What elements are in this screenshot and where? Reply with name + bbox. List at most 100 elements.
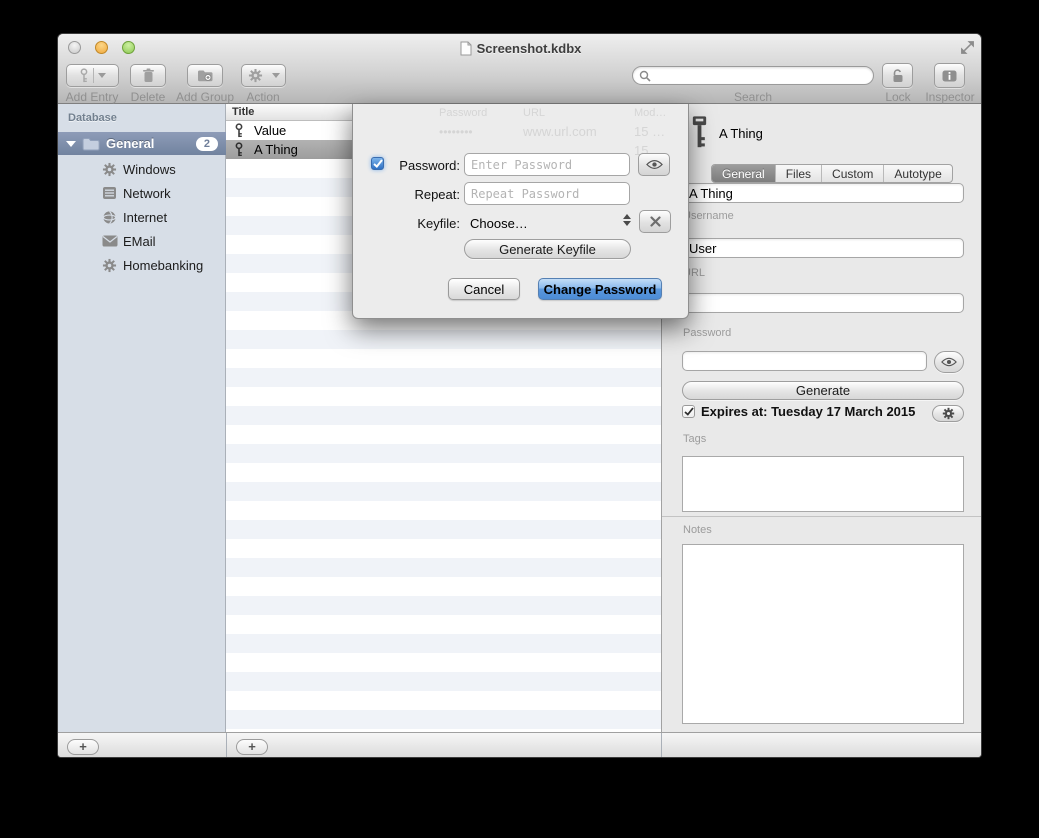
expires-settings-button[interactable] [932,405,964,422]
lock-label: Lock [885,90,910,104]
repeat-password-input[interactable] [464,182,630,205]
add-entry-button[interactable] [66,64,119,87]
ghost-url-value: www.url.com [523,124,597,139]
tab-files[interactable]: Files [776,165,822,182]
envelope-icon [101,233,118,250]
inspector-tabs: General Files Custom Autotype [711,164,953,183]
folder-plus-icon [197,69,213,82]
delete-label: Delete [131,90,166,104]
split-divider [93,68,94,83]
sidebar-item-network[interactable]: Network [58,181,226,205]
tags-textarea[interactable] [682,456,964,512]
gear-icon [101,257,118,274]
sidebar-item-email[interactable]: EMail [58,229,226,253]
tags-label: Tags [683,433,706,445]
divider [226,733,227,758]
sidebar-section-header: Database [68,112,117,124]
change-password-sheet: Password URL Mod… •••••••• www.url.com 1… [352,104,689,319]
add-group-plus-button[interactable]: + [67,739,99,755]
ghost-url-header: URL [523,107,545,119]
sidebar-item-windows[interactable]: Windows [58,157,226,181]
show-password-button[interactable] [638,153,670,176]
inspector-label: Inspector [925,90,974,104]
password-field[interactable] [682,351,927,371]
document-icon [460,41,472,56]
tab-general[interactable]: General [712,165,776,182]
lock-button[interactable] [882,63,913,88]
tab-custom[interactable]: Custom [822,165,884,182]
server-icon [101,185,118,202]
window-title-group: Screenshot.kdbx [58,40,982,57]
trash-icon [142,68,155,83]
inspector-entry-title: A Thing [719,126,763,141]
url-field[interactable] [682,293,964,313]
disclosure-triangle-icon[interactable] [66,141,76,147]
folder-icon [82,137,100,151]
info-icon [942,70,957,82]
eye-icon [941,357,957,367]
search-icon [639,70,651,82]
sidebar-item-internet[interactable]: Internet [58,205,226,229]
generate-password-button[interactable]: Generate [682,381,964,400]
eye-icon [646,159,663,170]
ghost-password-dots: •••••••• [439,125,473,139]
show-password-button[interactable] [934,351,964,373]
notes-textarea[interactable] [682,544,964,724]
ghost-password-header: Password [439,107,487,119]
sidebar-item-label: EMail [123,234,156,249]
titlebar-toolbar: Screenshot.kdbx Add Entry Delete Add Gro… [58,34,982,104]
search-label: Search [734,90,772,104]
gear-icon [942,407,955,420]
check-icon [684,407,694,416]
key-icon [79,68,89,83]
generate-label: Generate [796,383,850,398]
change-password-label: Change Password [544,282,657,297]
unlock-icon [891,68,905,84]
cancel-button[interactable]: Cancel [448,278,520,300]
add-group-button[interactable] [187,64,223,87]
keyfile-popup[interactable]: Choose… [470,216,528,231]
password-label: Password: [372,158,460,173]
ghost-mod-header: Mod… [634,107,666,119]
cancel-label: Cancel [464,282,504,297]
group-count-badge: 2 [196,137,218,151]
sidebar-item-homebanking[interactable]: Homebanking [58,253,226,277]
username-field[interactable] [682,238,964,258]
divider [661,733,662,758]
clear-keyfile-button[interactable] [639,210,671,233]
username-label: Username [683,210,734,222]
key-icon [690,114,709,150]
generate-keyfile-button[interactable]: Generate Keyfile [464,239,631,259]
globe-icon [101,209,118,226]
action-button[interactable] [241,64,286,87]
sidebar-item-label: Windows [123,162,176,177]
fullscreen-icon[interactable] [960,40,975,55]
stepper-icon[interactable] [623,214,631,226]
search-field[interactable] [632,66,874,85]
add-entry-label: Add Entry [66,90,119,104]
expires-checkbox[interactable] [682,405,695,418]
tab-autotype[interactable]: Autotype [884,165,951,182]
sidebar-group-general[interactable]: General 2 [58,132,226,155]
generate-keyfile-label: Generate Keyfile [499,242,596,257]
close-icon [650,216,661,227]
change-password-button[interactable]: Change Password [538,278,662,300]
section-divider [662,516,982,517]
chevron-down-icon [98,73,106,78]
column-header-title[interactable]: Title [232,106,254,118]
inspector-button[interactable] [934,63,965,88]
search-input[interactable] [651,68,873,83]
keyfile-label: Keyfile: [372,216,460,231]
sidebar-item-label: Homebanking [123,258,203,273]
key-icon [234,142,244,157]
delete-button[interactable] [130,64,166,87]
sidebar-item-label: Internet [123,210,167,225]
bottom-bar: + + [58,732,982,758]
new-password-input[interactable] [464,153,630,176]
key-icon [234,123,244,138]
inspector-panel: A Thing General Files Custom Autotype Us… [661,104,982,732]
expires-row: Expires at: Tuesday 17 March 2015 [682,404,915,419]
title-field[interactable] [682,183,964,203]
window-title: Screenshot.kdbx [477,41,582,56]
add-entry-plus-button[interactable]: + [236,739,268,755]
